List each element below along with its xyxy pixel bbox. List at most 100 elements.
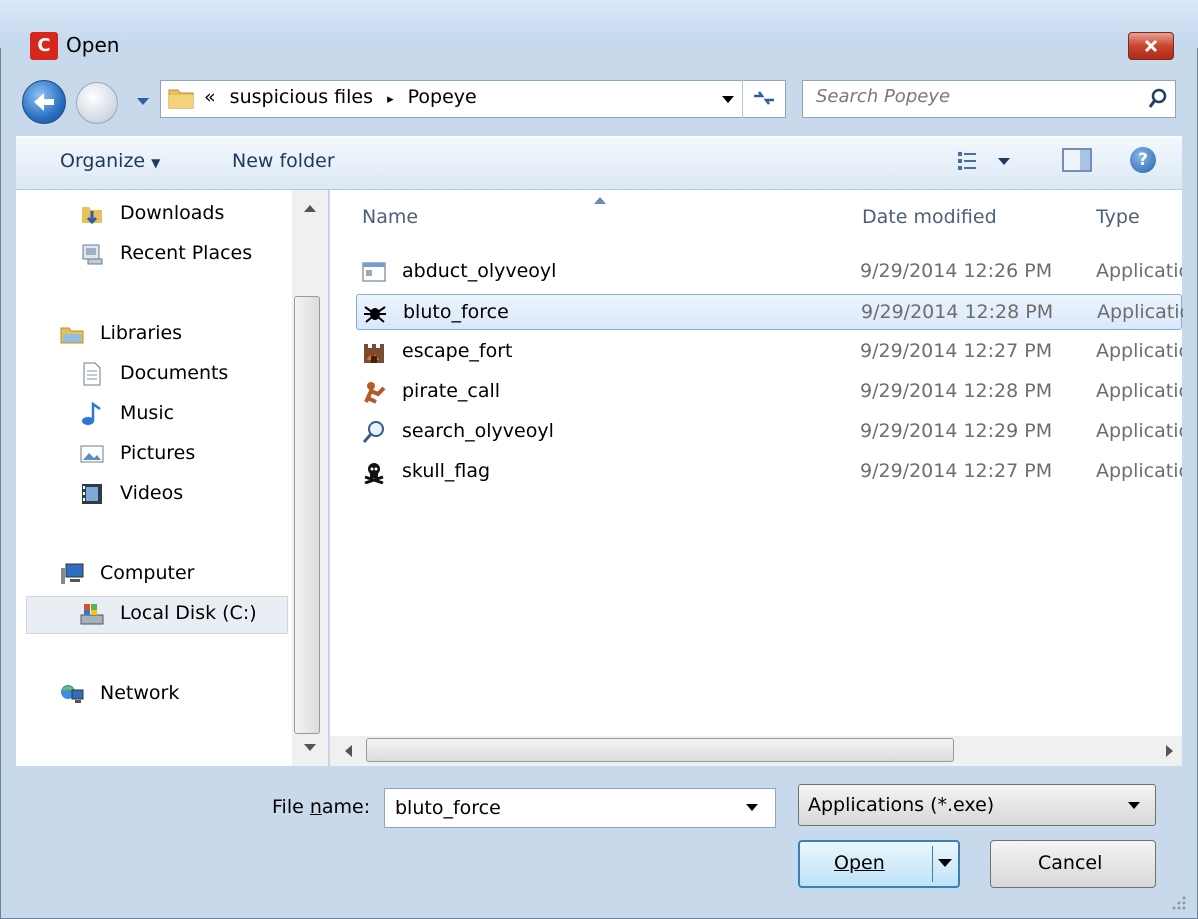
column-header-date-modified[interactable]: Date modified <box>862 206 997 228</box>
search-icon[interactable] <box>1148 88 1168 110</box>
file-row-bluto-force[interactable]: bluto_force 9/29/2014 12:28 PM Applicati… <box>356 294 1183 330</box>
file-date: 9/29/2014 12:28 PM <box>861 301 1054 323</box>
sort-ascending-icon <box>594 197 606 204</box>
file-name: skull_flag <box>402 460 491 482</box>
forward-button[interactable] <box>76 82 118 124</box>
documents-icon <box>83 362 101 386</box>
nav-item-label: Downloads <box>120 202 225 224</box>
file-row-search-olyveoyl[interactable]: search_olyveoyl 9/29/2014 12:29 PM Appli… <box>356 414 1182 450</box>
skull-icon <box>364 463 384 484</box>
refresh-icon <box>754 91 774 105</box>
new-folder-button[interactable]: New folder <box>232 150 335 172</box>
file-type: Applicatio <box>1096 420 1182 442</box>
help-button[interactable]: ? <box>1130 147 1156 173</box>
breadcrumb-item-popeye[interactable]: Popeye <box>408 86 477 108</box>
file-name: search_olyveoyl <box>402 420 554 442</box>
view-options-icon <box>958 152 1010 170</box>
file-type: Applicatio <box>1096 340 1182 362</box>
nav-pane-scroll-thumb[interactable] <box>294 296 320 734</box>
nav-item-label: Recent Places <box>120 242 253 264</box>
scroll-left-icon <box>345 745 352 757</box>
navigation-pane <box>16 190 329 766</box>
filename-history-dropdown-icon[interactable] <box>746 802 758 812</box>
breadcrumb-overflow[interactable]: « <box>204 86 216 108</box>
chevron-down-icon <box>1128 802 1140 809</box>
filename-label-mnemonic: n <box>309 796 322 818</box>
breadcrumb-item-suspicious-files[interactable]: suspicious files <box>230 86 373 108</box>
open-split-divider <box>932 846 933 882</box>
open-options-dropdown-icon[interactable] <box>938 858 952 868</box>
magnifier-icon <box>362 421 384 443</box>
close-icon <box>1144 39 1158 53</box>
change-view-button[interactable] <box>958 150 1018 172</box>
resize-grip-icon[interactable] <box>1168 892 1188 912</box>
nav-item-label: Music <box>120 402 175 424</box>
fire-castle-icon <box>364 344 384 363</box>
spider-icon <box>364 306 386 323</box>
close-button[interactable] <box>1128 32 1174 60</box>
file-row-skull-flag[interactable]: skull_flag 9/29/2014 12:27 PM Applicatio <box>356 454 1182 490</box>
file-name: bluto_force <box>403 301 509 323</box>
filename-input[interactable] <box>384 788 776 828</box>
nav-item-label: Local Disk (C:) <box>120 602 257 624</box>
nav-item-label: Documents <box>120 362 229 384</box>
refresh-button[interactable] <box>742 80 786 118</box>
address-dropdown-icon[interactable] <box>722 94 734 104</box>
network-icon <box>61 685 84 703</box>
nav-item-label: Libraries <box>100 322 183 344</box>
scroll-up-icon <box>304 205 316 212</box>
libraries-icon <box>60 327 84 344</box>
breadcrumb-separator[interactable]: ▸ <box>387 92 394 107</box>
filename-label: File name: <box>272 796 370 818</box>
breadcrumb: « suspicious files ▸ Popeye <box>204 86 485 108</box>
search-placeholder: Search Popeye <box>816 86 951 107</box>
nav-item-label: Computer <box>100 562 195 584</box>
file-date: 9/29/2014 12:27 PM <box>860 460 1053 482</box>
pictures-icon <box>80 445 104 463</box>
file-date: 9/29/2014 12:27 PM <box>860 340 1053 362</box>
videos-icon <box>82 484 102 504</box>
nav-item-label: Pictures <box>120 442 196 464</box>
cancel-button-label: Cancel <box>1038 852 1103 874</box>
local-disk-icon <box>80 604 104 625</box>
column-header-name[interactable]: Name <box>362 206 418 228</box>
preview-pane-icon[interactable] <box>1062 148 1092 172</box>
file-row-escape-fort[interactable]: escape_fort 9/29/2014 12:27 PM Applicati… <box>356 334 1182 370</box>
pirate-icon <box>364 382 386 404</box>
file-date: 9/29/2014 12:29 PM <box>860 420 1053 442</box>
nav-item-label: Videos <box>120 482 184 504</box>
file-name: escape_fort <box>402 340 513 362</box>
file-type: Applicatio <box>1096 260 1182 282</box>
file-list-scroll-thumb[interactable] <box>366 738 954 762</box>
file-name: abduct_olyveoyl <box>402 260 557 282</box>
organize-button[interactable]: Organize ▼ <box>60 150 160 172</box>
organize-label: Organize <box>60 150 146 172</box>
folder-icon <box>168 89 194 109</box>
file-row-abduct-olyveoyl[interactable]: abduct_olyveoyl 9/29/2014 12:26 PM Appli… <box>356 254 1182 290</box>
file-type: Applicatio <box>1096 460 1182 482</box>
scroll-down-icon <box>304 744 316 751</box>
recent-places-icon <box>82 244 103 265</box>
downloads-folder-icon <box>82 207 102 225</box>
title-bar <box>0 0 1198 48</box>
window-title: Open <box>66 33 120 57</box>
filename-label-suffix: ame: <box>321 796 371 818</box>
back-button[interactable] <box>22 80 66 124</box>
chevron-down-icon: ▼ <box>151 156 161 170</box>
file-date: 9/29/2014 12:26 PM <box>860 260 1053 282</box>
recent-pages-dropdown-icon[interactable] <box>136 94 150 108</box>
file-row-pirate-call[interactable]: pirate_call 9/29/2014 12:28 PM Applicati… <box>356 374 1182 410</box>
file-type: Applicatio <box>1096 380 1182 402</box>
file-date: 9/29/2014 12:28 PM <box>860 380 1053 402</box>
open-button-label: Open <box>834 852 885 874</box>
application-window-icon <box>362 262 386 282</box>
column-header-type[interactable]: Type <box>1096 206 1140 228</box>
app-icon: C <box>30 32 58 60</box>
music-icon <box>82 402 101 425</box>
file-name: pirate_call <box>402 380 501 402</box>
file-type-value: Applications (*.exe) <box>808 794 995 816</box>
back-arrow-icon <box>34 93 54 111</box>
nav-item-label: Network <box>100 682 180 704</box>
filename-label-prefix: File <box>272 796 310 818</box>
scroll-right-icon <box>1166 745 1173 757</box>
